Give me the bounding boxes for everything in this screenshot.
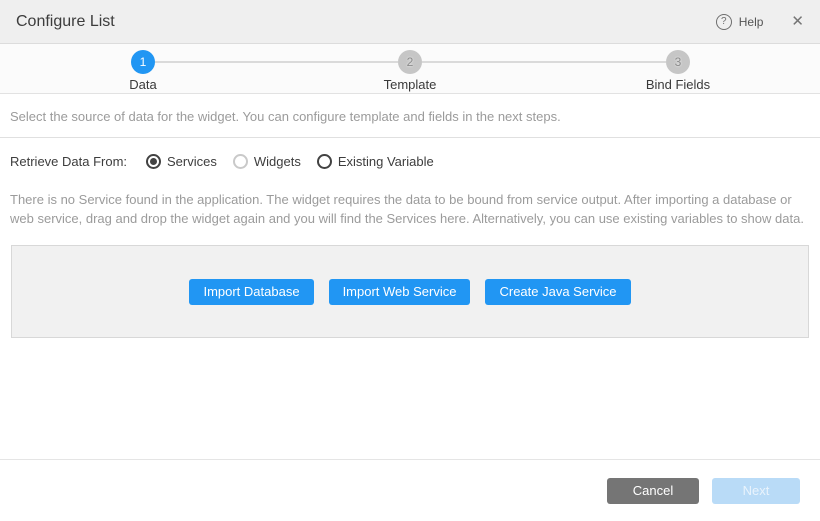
dialog-title: Configure List	[16, 13, 716, 31]
close-icon[interactable]: ✕	[791, 14, 804, 29]
step-2-label: Template	[340, 77, 480, 92]
radio-widgets[interactable]: Widgets	[233, 154, 301, 169]
step-3-indicator: 3	[666, 50, 690, 74]
radio-services-icon	[146, 154, 161, 169]
help-icon: ?	[716, 14, 732, 30]
radio-existing-variable-label: Existing Variable	[338, 154, 434, 169]
radio-existing-variable[interactable]: Existing Variable	[317, 154, 434, 169]
next-button[interactable]: Next	[712, 478, 800, 504]
step-connector-2-3	[422, 61, 666, 63]
radio-widgets-label: Widgets	[254, 154, 301, 169]
configure-list-dialog: Configure List ? Help ✕ 1 Data 2 Templat…	[0, 0, 820, 521]
import-database-button[interactable]: Import Database	[189, 279, 313, 305]
retrieve-data-row: Retrieve Data From: Services Widgets Exi…	[0, 138, 820, 174]
retrieve-data-label: Retrieve Data From:	[10, 154, 146, 169]
step-1-label: Data	[73, 77, 213, 92]
step-2-indicator: 2	[398, 50, 422, 74]
radio-widgets-icon	[233, 154, 248, 169]
step-connector-1-2	[155, 61, 398, 63]
wizard-stepper: 1 Data 2 Template 3 Bind Fields	[0, 44, 820, 94]
cancel-button[interactable]: Cancel	[607, 478, 699, 504]
import-web-service-button[interactable]: Import Web Service	[329, 279, 471, 305]
dialog-footer: Cancel Next	[0, 459, 820, 521]
help-label: Help	[739, 15, 764, 29]
radio-services[interactable]: Services	[146, 154, 217, 169]
help-button[interactable]: ? Help	[716, 14, 764, 30]
instruction-text: Select the source of data for the widget…	[0, 94, 820, 138]
service-actions-panel: Import Database Import Web Service Creat…	[11, 245, 809, 338]
dialog-header: Configure List ? Help ✕	[0, 0, 820, 44]
step-3-label: Bind Fields	[608, 77, 748, 92]
no-service-message: There is no Service found in the applica…	[0, 174, 820, 228]
radio-services-label: Services	[167, 154, 217, 169]
create-java-service-button[interactable]: Create Java Service	[485, 279, 630, 305]
step-1-indicator: 1	[131, 50, 155, 74]
radio-existing-variable-icon	[317, 154, 332, 169]
